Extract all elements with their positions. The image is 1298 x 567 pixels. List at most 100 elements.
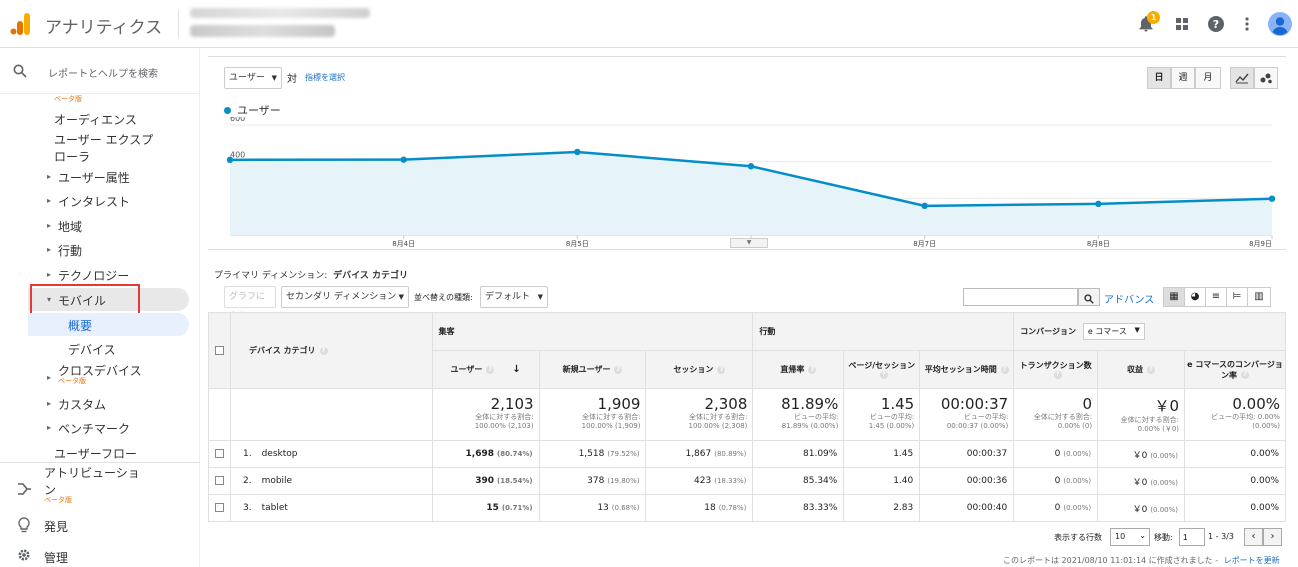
sidebar-item-discover[interactable]: 発見 [44, 518, 68, 535]
row-sessions: 423 (18.33%) [645, 467, 754, 495]
table-row: 1. desktop 1,698 (80.74%) 1,518 (79.52%) 1,… [208, 440, 1286, 468]
pivot-view-icon[interactable]: ▥ [1248, 288, 1270, 306]
row-dimension-link[interactable]: tablet [262, 503, 288, 513]
column-header-new-users[interactable]: 新規ユーザー? [538, 350, 647, 389]
sidebar-item-devices[interactable]: デバイス [68, 341, 116, 358]
row-select-cell[interactable] [208, 467, 231, 495]
day-button[interactable]: 日 [1147, 67, 1171, 89]
cell-value: 1,698 [465, 449, 495, 459]
column-header-device-category[interactable]: デバイス カテゴリ? [229, 312, 433, 389]
column-header-sessions[interactable]: セッション? [645, 350, 754, 389]
prev-page-button[interactable]: ‹ [1244, 528, 1263, 546]
row-checkbox[interactable] [214, 476, 224, 485]
column-header-avg-session-duration[interactable]: 平均セッション時間? [919, 350, 1015, 389]
avatar[interactable] [1268, 12, 1292, 36]
help-icon[interactable]: ? [486, 365, 495, 374]
total-revenue: ￥0 全体に対する割合: 0.00% (￥0) [1097, 388, 1186, 441]
cell-value: ￥0 [1132, 504, 1148, 515]
select-metric-link[interactable]: 指標を選択 [305, 72, 345, 83]
sidebar-item-user-explorer-cont[interactable]: ローラ [54, 148, 90, 165]
help-icon[interactable]: ? [1053, 371, 1062, 379]
row-checkbox[interactable] [214, 503, 224, 512]
select-all-cell[interactable] [208, 312, 231, 389]
column-header-pages-per-session[interactable]: ページ/セッション? [843, 350, 921, 389]
select-all-checkbox[interactable] [214, 346, 224, 355]
comparison-view-icon[interactable]: ⊨ [1227, 288, 1248, 306]
row-dimension-link[interactable]: desktop [262, 449, 298, 459]
help-icon[interactable]: ? [1147, 365, 1156, 374]
sidebar-item-overview[interactable]: 概要 [68, 317, 92, 334]
column-header-label: 新規ユーザー [562, 365, 611, 374]
sidebar-item-technology[interactable]: テクノロジー [58, 267, 129, 284]
month-button[interactable]: 月 [1195, 67, 1221, 89]
row-select-cell[interactable] [208, 440, 231, 468]
advanced-filter-link[interactable]: アドバンス [1104, 291, 1154, 306]
column-header-ecommerce-conversion-rate[interactable]: e コマースのコンバージョン率? [1184, 350, 1286, 389]
data-point [921, 202, 928, 210]
help-icon[interactable]: ? [1000, 365, 1009, 374]
sidebar-item-custom[interactable]: カスタム [58, 396, 106, 413]
help-icon[interactable]: ? [319, 346, 328, 355]
total-value: 0.00% [1232, 395, 1280, 413]
plot-rows-button[interactable]: グラフに表示 [224, 286, 276, 322]
sidebar-item-demographics[interactable]: ユーザー属性 [58, 169, 130, 186]
sidebar-item-attribution[interactable]: アトリビューショ [44, 464, 140, 481]
metric-dropdown[interactable]: ユーザー ▼ [224, 67, 282, 89]
search-reports[interactable]: レポートとヘルプを検索 [0, 48, 200, 94]
column-header-bounce-rate[interactable]: 直帰率? [752, 350, 845, 389]
column-header-transactions[interactable]: トランザクション数? [1013, 350, 1099, 389]
pie-view-icon[interactable]: ◕ [1185, 288, 1206, 306]
row-dimension-link[interactable]: mobile [262, 476, 293, 486]
total-sub: 100.00% (1,909) [581, 422, 641, 430]
help-icon[interactable]: ? [808, 365, 817, 374]
line-chart-button[interactable] [1230, 67, 1254, 89]
table-view-icon[interactable]: ▦ [1164, 288, 1185, 306]
performance-view-icon[interactable]: ≡ [1206, 288, 1227, 306]
rows-per-page-select[interactable]: 10 ⌄ [1110, 528, 1150, 546]
primary-dimension-value[interactable]: デバイス カテゴリ [333, 271, 408, 281]
goto-page-input[interactable] [1179, 528, 1205, 546]
row-transactions: 0 (0.00%) [1013, 467, 1099, 495]
sidebar-item-benchmark[interactable]: ベンチマーク [58, 420, 130, 437]
sidebar-item-user-flow[interactable]: ユーザーフロー [54, 445, 137, 462]
account-name-blurred[interactable] [190, 8, 370, 18]
filter-search-button[interactable] [1078, 288, 1100, 306]
help-icon[interactable]: ? [1206, 14, 1226, 34]
sidebar-item-interests[interactable]: インタレスト [58, 193, 130, 210]
more-vert-icon[interactable] [1237, 14, 1257, 34]
conversion-type-dropdown[interactable]: e コマース ▼ [1082, 323, 1145, 340]
secondary-dimension-dropdown[interactable]: セカンダリ ディメンション ▼ [281, 286, 409, 308]
cell-pct: (0.68%) [611, 504, 640, 512]
sidebar-item-audience[interactable]: オーディエンス [54, 111, 137, 128]
apps-grid-icon[interactable] [1172, 14, 1192, 34]
column-header-users[interactable]: ユーザー? ↓ [431, 350, 540, 389]
help-icon[interactable]: ? [879, 371, 888, 379]
table-filter-input[interactable] [963, 288, 1078, 306]
total-sub: 1.45 (0.00%) [868, 422, 915, 430]
sidebar-item-behavior[interactable]: 行動 [58, 242, 82, 259]
sidebar: レポートとヘルプを検索 ベータ版 オーディエンス ユーザー エクスプ ローラ ▸… [0, 48, 200, 567]
help-icon[interactable]: ? [717, 365, 726, 374]
row-sessions: 18 (0.78%) [645, 494, 754, 522]
row-select-cell[interactable] [208, 494, 231, 522]
row-index: 3. [242, 503, 252, 513]
property-name-blurred[interactable] [190, 25, 335, 37]
sidebar-item-user-explorer[interactable]: ユーザー エクスプ [54, 131, 153, 148]
sidebar-item-admin[interactable]: 管理 [44, 549, 68, 566]
help-icon[interactable]: ? [614, 365, 623, 374]
column-header-revenue[interactable]: 収益? [1097, 350, 1186, 389]
sidebar-item-geo[interactable]: 地域 [58, 218, 82, 235]
sort-type-dropdown[interactable]: デフォルト ▼ [480, 286, 548, 308]
sort-desc-icon[interactable]: ↓ [512, 364, 520, 375]
help-icon[interactable]: ? [1241, 371, 1249, 379]
users-line-chart[interactable]: 2004006008月4日8月5日8月6日8月7日8月8日8月9日 [208, 117, 1286, 247]
chart-collapse-handle[interactable]: ▼ [730, 238, 768, 248]
next-page-button[interactable]: › [1263, 528, 1282, 546]
motion-chart-button[interactable] [1254, 67, 1278, 89]
analytics-logo-icon[interactable] [10, 12, 32, 36]
total-value: 2,308 [704, 395, 748, 413]
cell-pct: (0.00%) [1150, 478, 1179, 487]
week-button[interactable]: 週 [1171, 67, 1195, 89]
row-checkbox[interactable] [214, 449, 224, 458]
refresh-report-link[interactable]: レポートを更新 [1224, 556, 1280, 565]
